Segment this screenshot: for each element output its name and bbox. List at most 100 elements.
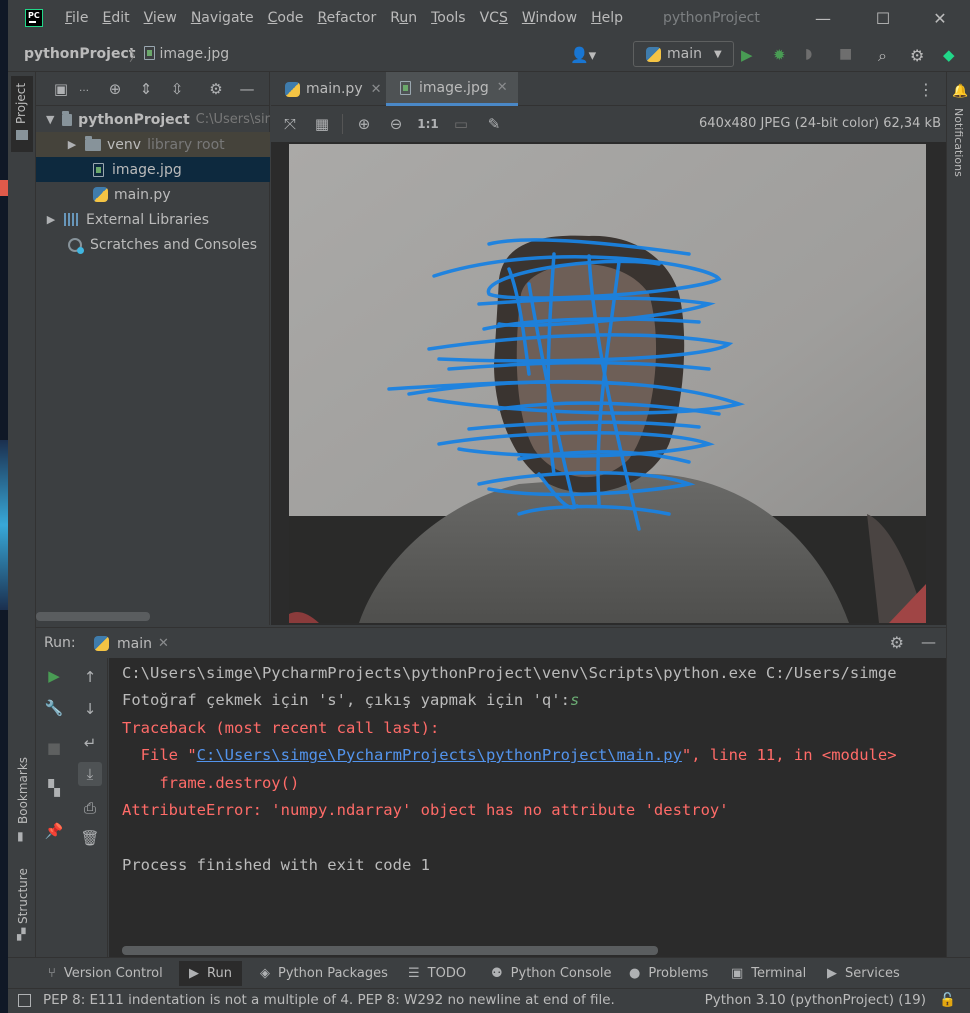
read-only-lock-icon[interactable]: 🔓 bbox=[939, 992, 956, 1008]
search-everywhere-icon[interactable]: ⌕ bbox=[878, 46, 887, 66]
project-horizontal-scrollbar[interactable] bbox=[36, 612, 150, 621]
close-tab-icon[interactable]: ✕ bbox=[371, 82, 382, 97]
interpreter-selector[interactable]: Python 3.10 (pythonProject) (19) bbox=[705, 992, 926, 1008]
toolbox-icon[interactable]: ◆ bbox=[943, 46, 955, 64]
menu-item[interactable]: Navigate bbox=[191, 10, 254, 26]
tab-label: image.jpg bbox=[419, 79, 489, 96]
coverage-button[interactable]: ◗ bbox=[805, 46, 812, 62]
run-settings-gear-icon[interactable]: ⚙ bbox=[890, 633, 904, 652]
run-tab-main[interactable]: main ✕ bbox=[94, 628, 169, 659]
rerun-icon[interactable]: ▶ bbox=[44, 666, 64, 686]
bookmark-icon: ▮ bbox=[17, 829, 24, 843]
menu-item[interactable]: Refactor bbox=[317, 10, 376, 26]
run-config-label: main bbox=[667, 46, 702, 62]
webcam-photo bbox=[289, 144, 926, 623]
toggle-grid-icon[interactable]: ▦ bbox=[312, 114, 332, 134]
tab-main-py[interactable]: main.py ✕ bbox=[271, 72, 392, 106]
menu-item[interactable]: View bbox=[144, 10, 177, 26]
menu-item[interactable]: Run bbox=[390, 10, 417, 26]
status-message[interactable]: PEP 8: E111 indentation is not a multipl… bbox=[43, 992, 615, 1008]
structure-tool-button[interactable]: Structure bbox=[16, 868, 30, 924]
pycharm-logo-icon[interactable]: PC bbox=[25, 9, 43, 27]
hide-run-panel-icon[interactable]: — bbox=[921, 633, 936, 651]
project-settings-gear-icon[interactable]: ⚙ bbox=[207, 79, 225, 99]
console-file-link[interactable]: C:\Users\simge\PycharmProjects\pythonPro… bbox=[197, 746, 682, 764]
tree-item-scratches[interactable]: Scratches and Consoles bbox=[36, 232, 270, 257]
problems-tool-button[interactable]: ● Problems bbox=[619, 961, 718, 986]
python-packages-tool-button[interactable]: ◈ Python Packages bbox=[250, 961, 398, 986]
hide-panel-icon[interactable]: — bbox=[238, 79, 256, 99]
console-exit-line: Process finished with exit code 1 bbox=[122, 856, 430, 874]
up-arrow-icon[interactable]: ↑ bbox=[80, 667, 100, 687]
view-dropdown-icon[interactable]: … bbox=[75, 79, 93, 99]
tree-item-external-libraries[interactable]: ▶ External Libraries bbox=[36, 207, 270, 232]
tree-item-main[interactable]: main.py bbox=[36, 182, 270, 207]
menu-item[interactable]: Window bbox=[522, 10, 577, 26]
python-console-icon: ⚉ bbox=[491, 966, 503, 981]
notifications-bell-icon[interactable]: 🔔 bbox=[952, 84, 968, 99]
zoom-in-icon[interactable]: ⊕ bbox=[354, 114, 374, 134]
clear-all-trash-icon[interactable]: 🗑 bbox=[80, 828, 100, 848]
color-picker-icon[interactable]: ✎ bbox=[484, 114, 504, 134]
tool-button-label: Run bbox=[207, 966, 232, 981]
stop-button[interactable]: ■ bbox=[839, 46, 852, 62]
actual-size-button[interactable]: 1:1 bbox=[417, 114, 439, 134]
project-view-icon[interactable]: ▣ bbox=[52, 79, 70, 99]
close-run-tab-icon[interactable]: ✕ bbox=[158, 636, 169, 651]
console-horizontal-scrollbar[interactable] bbox=[122, 946, 658, 955]
console-file-suffix: ", line 11, in <module> bbox=[681, 746, 897, 764]
notifications-tool-button[interactable]: Notifications bbox=[952, 108, 965, 177]
run-toolbar-secondary: ↑ ↓ ↵ ⤓ ⎙ 🗑 bbox=[72, 658, 108, 957]
project-panel: ▣ … ⊕ ⇕ ⇳ ⚙ — ▼ pythonProject C:\Users\s… bbox=[36, 72, 270, 625]
tab-image-jpg[interactable]: image.jpg ✕ bbox=[386, 72, 518, 106]
scroll-to-end-icon[interactable]: ⤓ bbox=[78, 762, 102, 786]
settings-gear-icon[interactable]: ⚙ bbox=[910, 46, 924, 65]
close-tab-icon[interactable]: ✕ bbox=[497, 80, 508, 95]
project-tool-button[interactable]: Project bbox=[14, 83, 28, 124]
fit-to-window-icon[interactable]: ⤧ bbox=[280, 114, 300, 134]
layout-icon[interactable]: ▚ bbox=[44, 778, 64, 798]
breadcrumb-project[interactable]: pythonProject bbox=[24, 46, 135, 62]
close-window-button[interactable]: ✕ bbox=[917, 0, 963, 36]
python-console-tool-button[interactable]: ⚉ Python Console bbox=[481, 961, 621, 986]
modify-run-config-icon[interactable]: 🔧 bbox=[44, 698, 64, 718]
tree-item-project-root[interactable]: ▼ pythonProject C:\Users\sir bbox=[36, 107, 270, 132]
menu-item[interactable]: VCS bbox=[480, 10, 508, 26]
zoom-out-icon[interactable]: ⊖ bbox=[386, 114, 406, 134]
bookmarks-tool-button[interactable]: Bookmarks bbox=[16, 757, 30, 824]
services-tool-button[interactable]: ▶ Services bbox=[817, 961, 910, 986]
background-toggle-icon[interactable]: ▭ bbox=[451, 114, 471, 134]
menu-item[interactable]: Edit bbox=[102, 10, 129, 26]
more-options-icon[interactable]: ⋮ bbox=[918, 80, 934, 99]
image-viewer bbox=[271, 142, 946, 625]
print-icon[interactable]: ⎙ bbox=[80, 798, 100, 818]
folder-icon bbox=[85, 135, 101, 151]
expand-all-icon[interactable]: ⇕ bbox=[137, 79, 155, 99]
toggle-tool-windows-icon[interactable] bbox=[18, 994, 31, 1007]
tree-item-venv[interactable]: ▶ venv library root bbox=[36, 132, 270, 157]
pin-tab-icon[interactable]: 📌 bbox=[44, 821, 64, 841]
locate-file-icon[interactable]: ⊕ bbox=[106, 79, 124, 99]
minimize-button[interactable]: — bbox=[800, 0, 846, 36]
debug-button[interactable]: ✹ bbox=[773, 46, 786, 64]
menu-item[interactable]: Help bbox=[591, 10, 623, 26]
maximize-button[interactable]: ☐ bbox=[860, 0, 906, 36]
user-account-icon[interactable]: 👤▾ bbox=[570, 46, 596, 64]
soft-wrap-icon[interactable]: ↵ bbox=[80, 733, 100, 753]
tree-item-image[interactable]: image.jpg bbox=[36, 157, 270, 182]
menu-item[interactable]: Tools bbox=[431, 10, 466, 26]
stop-icon[interactable]: ■ bbox=[44, 738, 64, 758]
run-configuration-selector[interactable]: main ▼ bbox=[633, 41, 734, 67]
down-arrow-icon[interactable]: ↓ bbox=[80, 699, 100, 719]
collapse-all-icon[interactable]: ⇳ bbox=[168, 79, 186, 99]
run-console[interactable]: C:\Users\simge\PycharmProjects\pythonPro… bbox=[109, 658, 946, 957]
desktop-background-strip bbox=[0, 0, 8, 1013]
terminal-tool-button[interactable]: ▣ Terminal bbox=[721, 961, 816, 986]
todo-tool-button[interactable]: ☰ TODO bbox=[398, 961, 476, 986]
menu-item[interactable]: Code bbox=[268, 10, 304, 26]
run-tool-button[interactable]: ▶ Run bbox=[179, 961, 242, 986]
version-control-tool-button[interactable]: ⑂ Version Control bbox=[38, 961, 173, 986]
run-button[interactable]: ▶ bbox=[741, 46, 753, 64]
breadcrumb-file[interactable]: image.jpg bbox=[144, 46, 229, 62]
menu-item[interactable]: File bbox=[65, 10, 88, 26]
